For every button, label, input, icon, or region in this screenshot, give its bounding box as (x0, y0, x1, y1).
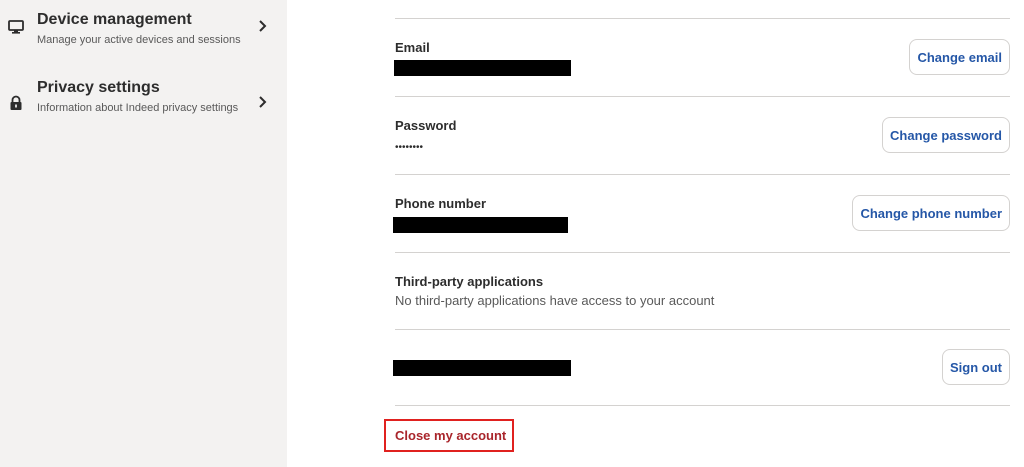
email-value-redacted (394, 60, 571, 76)
third-party-text: No third-party applications have access … (395, 293, 715, 308)
account-name-redacted (393, 360, 571, 376)
divider (395, 405, 1010, 406)
monitor-icon (8, 20, 24, 34)
third-party-label: Third-party applications (395, 274, 544, 289)
sidebar-item-description: Information about Indeed privacy setting… (37, 102, 239, 114)
password-label: Password (395, 118, 457, 133)
email-label: Email (395, 40, 430, 55)
phone-value-redacted (393, 217, 568, 233)
divider (395, 174, 1010, 175)
change-phone-button[interactable]: Change phone number (852, 195, 1010, 231)
chevron-right-icon (259, 96, 267, 108)
sidebar-item-title: Privacy settings (37, 79, 160, 96)
chevron-right-icon (259, 20, 267, 32)
sidebar-item-privacy-settings[interactable]: Privacy settings Information about Indee… (0, 78, 287, 138)
sidebar-item-description: Manage your active devices and sessions (37, 34, 241, 46)
sidebar: Device management Manage your active dev… (0, 0, 287, 467)
password-value: •••••••• (395, 142, 424, 153)
lock-icon (10, 95, 22, 110)
divider (395, 18, 1010, 19)
change-password-button[interactable]: Change password (882, 117, 1010, 153)
change-email-button[interactable]: Change email (909, 39, 1010, 75)
divider (395, 96, 1010, 97)
sign-out-button[interactable]: Sign out (942, 349, 1010, 385)
divider (395, 252, 1010, 253)
phone-label: Phone number (395, 196, 487, 211)
divider (395, 329, 1010, 330)
sidebar-item-title: Device management (37, 11, 192, 28)
sidebar-item-device-management[interactable]: Device management Manage your active dev… (0, 10, 287, 60)
close-account-link[interactable]: Close my account (384, 419, 514, 452)
